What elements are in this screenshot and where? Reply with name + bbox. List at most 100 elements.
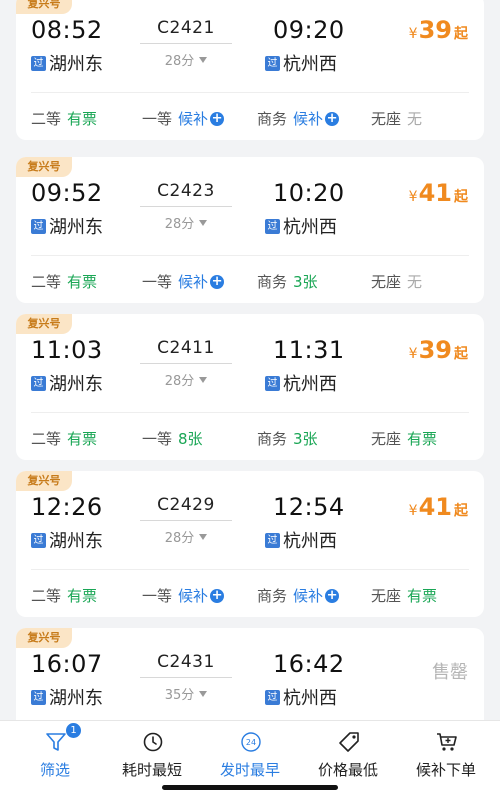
seat-no-seat[interactable]: 无座无	[371, 108, 422, 129]
seat-status: 有票	[407, 430, 438, 448]
train-card[interactable]: 复兴号 12:26 C2429 12:54 过 湖州东 28分 过 杭州西 ¥ …	[16, 471, 484, 617]
arrival-station: 过 杭州西	[265, 50, 337, 76]
seat-business-class[interactable]: 商务 候补 +	[257, 585, 340, 606]
arrival-station: 过 杭州西	[265, 213, 337, 239]
caret-down-icon	[199, 691, 208, 697]
train-type-tag: 复兴号	[16, 628, 72, 648]
departure-station-name: 湖州东	[49, 374, 103, 395]
duration-toggle[interactable]: 28分	[140, 527, 232, 546]
seat-status: 候补	[293, 110, 324, 128]
arrival-station-name: 杭州西	[283, 531, 337, 552]
train-card[interactable]: 复兴号 16:07 C2431 16:42 过 湖州东 35分 过 杭州西 售罄	[16, 628, 484, 720]
departure-station: 过 湖州东	[31, 370, 103, 396]
price-suffix: 起	[454, 503, 468, 519]
divider	[31, 412, 469, 413]
pass-through-icon: 过	[265, 55, 280, 71]
seat-first-class[interactable]: 一等 候补 +	[142, 585, 225, 606]
arrival-station: 过 杭州西	[265, 527, 337, 553]
seat-status: 有票	[67, 587, 98, 605]
seat-no-seat[interactable]: 无座 有票	[371, 428, 437, 449]
train-type-tag: 复兴号	[16, 314, 72, 334]
currency-symbol: ¥	[408, 189, 418, 205]
train-number: C2411	[157, 338, 215, 358]
seat-class-label: 一等	[142, 587, 173, 605]
train-card[interactable]: 复兴号 09:52 C2423 10:20 过 湖州东 28分 过 杭州西 ¥ …	[16, 157, 484, 303]
divider	[31, 569, 469, 570]
caret-down-icon	[199, 57, 208, 63]
duration-toggle[interactable]: 28分	[140, 50, 232, 69]
seat-class-label: 一等	[142, 110, 173, 128]
departure-station: 过 湖州东	[31, 213, 103, 239]
home-indicator	[162, 785, 338, 790]
seat-class-label: 二等	[31, 430, 62, 448]
pass-through-icon: 过	[31, 532, 46, 548]
price-value: 41	[418, 493, 452, 521]
arrival-station-name: 杭州西	[283, 54, 337, 75]
train-number: C2429	[157, 495, 215, 515]
seat-no-seat[interactable]: 无座 有票	[371, 585, 437, 606]
clock-24-icon: 24	[241, 732, 261, 752]
departure-time: 12:26	[31, 493, 103, 521]
tab-filter[interactable]: 1 筛选	[5, 721, 105, 791]
seat-no-seat[interactable]: 无座无	[371, 271, 422, 292]
seat-business-class[interactable]: 商务 3张	[257, 428, 318, 449]
price: ¥ 41 起	[409, 493, 468, 521]
duration-text: 28分	[164, 217, 195, 232]
seat-status: 候补	[178, 273, 209, 291]
arrival-station: 过 杭州西	[265, 370, 337, 396]
seat-second-class[interactable]: 二等 有票	[31, 585, 97, 606]
seat-business-class[interactable]: 商务 3张	[257, 271, 318, 292]
seat-class-label: 商务	[257, 110, 288, 128]
arrival-time: 11:31	[273, 336, 345, 364]
pass-through-icon: 过	[31, 55, 46, 71]
seat-business-class[interactable]: 商务 候补 +	[257, 108, 340, 129]
duration-toggle[interactable]: 28分	[140, 370, 232, 389]
plus-circle-icon: +	[210, 587, 225, 603]
duration-line	[140, 363, 232, 364]
filter-icon	[46, 733, 66, 751]
seat-first-class[interactable]: 一等 8张	[142, 428, 203, 449]
tab-shortest-duration[interactable]: 耗时最短	[102, 721, 202, 791]
train-list[interactable]: 复兴号 08:52 C2421 09:20 过 湖州东 28分 过 杭州西 ¥ …	[0, 0, 500, 720]
tab-lowest-price[interactable]: 价格最低	[298, 721, 398, 791]
seat-status: 无	[407, 110, 423, 128]
sold-out-label: 售罄	[432, 662, 468, 683]
arrival-time: 16:42	[273, 650, 345, 678]
arrival-time: 09:20	[273, 16, 345, 44]
pass-through-icon: 过	[265, 689, 280, 705]
duration-toggle[interactable]: 28分	[140, 213, 232, 232]
seat-second-class[interactable]: 二等 有票	[31, 108, 97, 129]
duration-text: 28分	[164, 54, 195, 69]
caret-down-icon	[199, 534, 208, 540]
duration-line	[140, 206, 232, 207]
price: ¥ 41 起	[409, 179, 468, 207]
seat-availability: 二等 有票 一等 候补 + 商务 候补 + 无座 有票	[31, 585, 471, 605]
train-card[interactable]: 复兴号 08:52 C2421 09:20 过 湖州东 28分 过 杭州西 ¥ …	[16, 0, 484, 140]
duration-text: 28分	[164, 374, 195, 389]
price-value: 41	[418, 179, 452, 207]
seat-status: 有票	[67, 273, 98, 291]
tab-label: 耗时最短	[121, 761, 182, 779]
price-tag-icon	[339, 732, 359, 752]
seat-class-label: 商务	[257, 430, 288, 448]
train-type-tag: 复兴号	[16, 471, 72, 491]
currency-symbol: ¥	[408, 503, 418, 519]
pass-through-icon: 过	[265, 218, 280, 234]
seat-second-class[interactable]: 二等 有票	[31, 428, 97, 449]
seat-class-label: 无座	[371, 587, 402, 605]
pass-through-icon: 过	[31, 689, 46, 705]
tab-earliest-departure[interactable]: 24 发时最早	[200, 721, 300, 791]
duration-text: 35分	[164, 688, 195, 703]
tab-waitlist-order[interactable]: 候补下单	[396, 721, 496, 791]
seat-second-class[interactable]: 二等 有票	[31, 271, 97, 292]
seat-first-class[interactable]: 一等 候补 +	[142, 271, 225, 292]
seat-class-label: 无座	[371, 273, 402, 291]
train-card[interactable]: 复兴号 11:03 C2411 11:31 过 湖州东 28分 过 杭州西 ¥ …	[16, 314, 484, 460]
seat-class-label: 无座	[371, 430, 402, 448]
seat-status: 有票	[67, 430, 98, 448]
departure-time: 11:03	[31, 336, 103, 364]
pass-through-icon: 过	[31, 375, 46, 391]
seat-first-class[interactable]: 一等 候补 +	[142, 108, 225, 129]
arrival-station-name: 杭州西	[283, 374, 337, 395]
duration-toggle[interactable]: 35分	[140, 684, 232, 703]
